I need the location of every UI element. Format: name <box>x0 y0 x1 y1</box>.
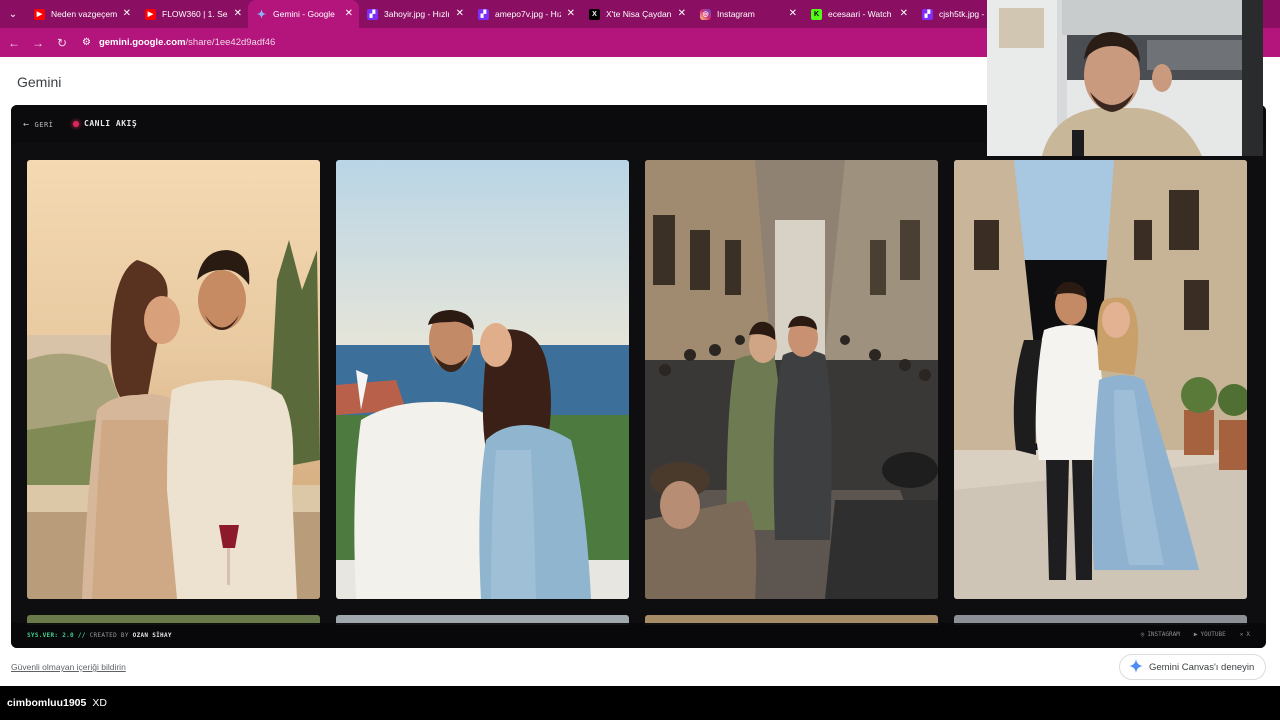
created-by-label: CREATED BY <box>89 632 129 639</box>
tab-5[interactable]: X X'te Nisa Çaydan ✕ <box>581 0 692 28</box>
tab-0[interactable]: ▶ Neden vazgeçemiyoruz ✕ <box>26 0 137 28</box>
gemini-icon <box>1129 658 1143 676</box>
tab-title: ecesaari - Watch <box>828 9 892 19</box>
live-indicator: CANLI AKIŞ <box>73 119 137 128</box>
url-path: /share/1ee42d9adf46 <box>185 37 276 48</box>
tab-title: 3ahoyir.jpg - Hızlı <box>384 9 450 19</box>
gallery-photo-2[interactable] <box>336 160 629 599</box>
tab-6[interactable]: ◎ Instagram ✕ <box>692 0 803 28</box>
forward-arrow-icon[interactable]: → <box>26 28 50 57</box>
back-arrow-icon: ← <box>23 119 30 130</box>
close-icon[interactable]: ✕ <box>567 8 575 19</box>
tab-4[interactable]: ▞ amepo7v.jpg - Hızlı ✕ <box>470 0 581 28</box>
report-unsafe-link[interactable]: Güvenli olmayan içeriği bildirin <box>11 662 126 672</box>
image-icon: ▞ <box>922 8 933 20</box>
close-icon[interactable]: ✕ <box>678 8 686 19</box>
page-title: Gemini <box>17 74 62 90</box>
instagram-icon: ◎ <box>700 8 711 20</box>
tab-search-chevron-icon[interactable]: ⌄ <box>0 0 26 28</box>
youtube-icon: ▶ <box>1193 631 1198 638</box>
url-field[interactable]: ⚙ gemini.google.com /share/1ee42d9adf46 <box>82 37 275 48</box>
image-icon: ▞ <box>478 8 489 20</box>
youtube-label: YOUTUBE <box>1200 631 1226 638</box>
tab-title: amepo7v.jpg - Hızlı <box>495 9 561 19</box>
live-label: CANLI AKIŞ <box>84 119 138 128</box>
x-icon: ✕ <box>1239 631 1244 638</box>
tab-title: X'te Nisa Çaydan <box>606 9 672 19</box>
gallery-photo-3[interactable] <box>645 160 938 599</box>
instagram-icon: ◎ <box>1140 631 1145 638</box>
x-icon: X <box>589 8 600 20</box>
back-button[interactable]: ← GERİ <box>23 119 53 130</box>
close-icon[interactable]: ✕ <box>345 8 353 19</box>
back-label: GERİ <box>34 120 54 129</box>
tab-title: Gemini - Google <box>273 9 335 19</box>
image-icon: ▞ <box>367 8 378 20</box>
reload-icon[interactable]: ↻ <box>50 28 74 57</box>
close-icon[interactable]: ✕ <box>123 8 131 19</box>
instagram-label: INSTAGRAM <box>1147 631 1180 638</box>
canvas-app: ← GERİ CANLI AKIŞ SYS.VER: 2.0 // CREATE… <box>11 105 1266 648</box>
tab-title: FLOW360 | 1. Sezon <box>162 9 228 19</box>
youtube-icon: ▶ <box>145 8 156 20</box>
tab-3[interactable]: ▞ 3ahoyir.jpg - Hızlı ✕ <box>359 0 470 28</box>
close-icon[interactable]: ✕ <box>456 8 464 19</box>
canvas-footer: SYS.VER: 2.0 // CREATED BY OZAN SİHAY ◎ … <box>11 623 1266 648</box>
url-domain: gemini.google.com <box>98 37 186 48</box>
tab-title: Instagram <box>717 9 755 19</box>
gallery-photo-4[interactable] <box>954 160 1247 599</box>
live-dot-icon <box>73 120 79 127</box>
instagram-link[interactable]: ◎ INSTAGRAM <box>1141 631 1180 638</box>
tab-7[interactable]: K ecesaari - Watch ✕ <box>803 0 914 28</box>
chat-username: cimbomluu1905 <box>7 697 87 709</box>
chat-message-text: XD <box>92 697 107 709</box>
try-gemini-canvas-button[interactable]: Gemini Canvas'ı deneyin <box>1119 654 1266 680</box>
sysver-label: SYS.VER: 2.0 // <box>27 632 86 639</box>
back-arrow-icon[interactable]: ← <box>2 28 26 57</box>
gallery-photo-1[interactable] <box>27 160 320 599</box>
x-link[interactable]: ✕ X <box>1240 631 1250 638</box>
social-links: ◎ INSTAGRAM ▶ YOUTUBE ✕ X <box>1141 631 1250 638</box>
close-icon[interactable]: ✕ <box>789 8 797 19</box>
youtube-icon: ▶ <box>34 8 45 20</box>
try-button-label: Gemini Canvas'ı deneyin <box>1149 661 1255 673</box>
tab-1[interactable]: ▶ FLOW360 | 1. Sezon ✕ <box>137 0 248 28</box>
close-icon[interactable]: ✕ <box>234 8 242 19</box>
stream-chat-message: cimbomluu1905 XD <box>0 686 1280 720</box>
x-label: X <box>1246 631 1250 638</box>
tab-title: Neden vazgeçemiyoruz <box>51 9 117 19</box>
tab-2[interactable]: ✦ Gemini - Google ✕ <box>248 0 359 28</box>
author-name: OZAN SİHAY <box>132 632 172 639</box>
kick-icon: K <box>811 8 822 20</box>
site-info-icon[interactable]: ⚙ <box>82 37 91 48</box>
close-icon[interactable]: ✕ <box>900 8 908 19</box>
screen: ⌄ ▶ Neden vazgeçemiyoruz ✕ ▶ FLOW360 | 1… <box>0 0 1280 720</box>
version-credit: SYS.VER: 2.0 // CREATED BY OZAN SİHAY <box>27 632 172 639</box>
webcam-overlay <box>987 0 1263 156</box>
gemini-icon: ✦ <box>256 8 267 21</box>
youtube-link[interactable]: ▶ YOUTUBE <box>1194 631 1226 638</box>
